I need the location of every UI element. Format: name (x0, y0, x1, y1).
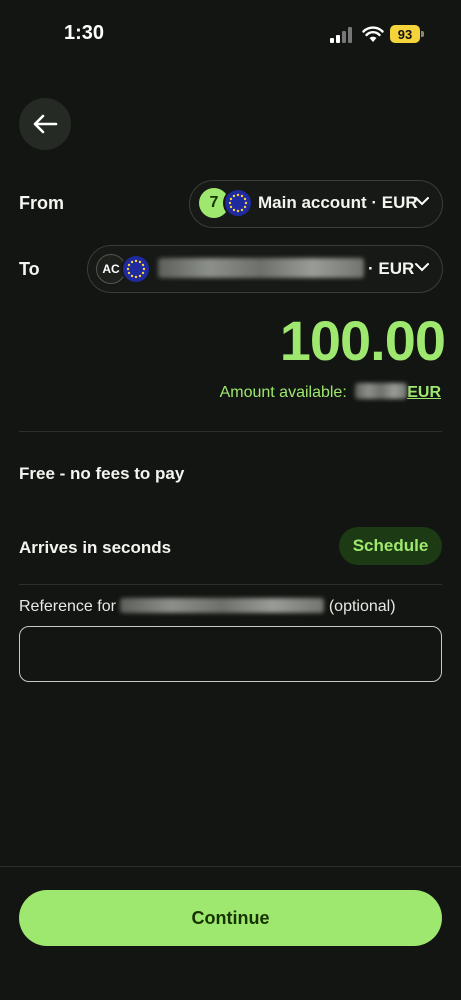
reference-input[interactable] (19, 626, 442, 682)
eu-flag-icon (121, 254, 151, 284)
arrival-text: Arrives in seconds (19, 538, 172, 557)
to-account-currency: · EUR (368, 259, 415, 278)
battery-tip (421, 31, 424, 37)
arrow-left-icon (33, 114, 58, 134)
amount-value[interactable]: 100.00 (280, 308, 446, 373)
reference-recipient-redacted (120, 598, 325, 613)
back-button[interactable] (19, 98, 71, 150)
divider (19, 584, 442, 585)
status-time: 1:30 (64, 22, 105, 44)
battery-indicator: 93 (390, 25, 420, 43)
amount-available-label: Amount available: (219, 384, 347, 401)
amount-available: Amount available: EUR (220, 383, 441, 402)
continue-button[interactable]: Continue (19, 890, 442, 946)
to-label: To (19, 259, 40, 279)
reference-label: Reference for (optional) (19, 598, 396, 616)
chevron-down-icon (415, 197, 429, 206)
from-label: From (19, 193, 64, 213)
reference-prefix: Reference for (19, 598, 116, 615)
from-account-name: Main account · EUR (258, 193, 418, 212)
fees-text: Free - no fees to pay (19, 464, 185, 483)
divider (19, 431, 442, 432)
recipient-name-redacted (158, 258, 364, 278)
chevron-down-icon (415, 263, 429, 272)
available-currency-link[interactable]: EUR (407, 384, 441, 401)
bottom-divider (0, 866, 461, 867)
available-balance-redacted (355, 383, 408, 399)
wifi-icon (362, 26, 384, 42)
schedule-button[interactable]: Schedule (339, 527, 442, 565)
cellular-signal-icon (330, 27, 352, 43)
eu-flag-icon (223, 188, 253, 218)
reference-suffix: (optional) (328, 598, 396, 615)
